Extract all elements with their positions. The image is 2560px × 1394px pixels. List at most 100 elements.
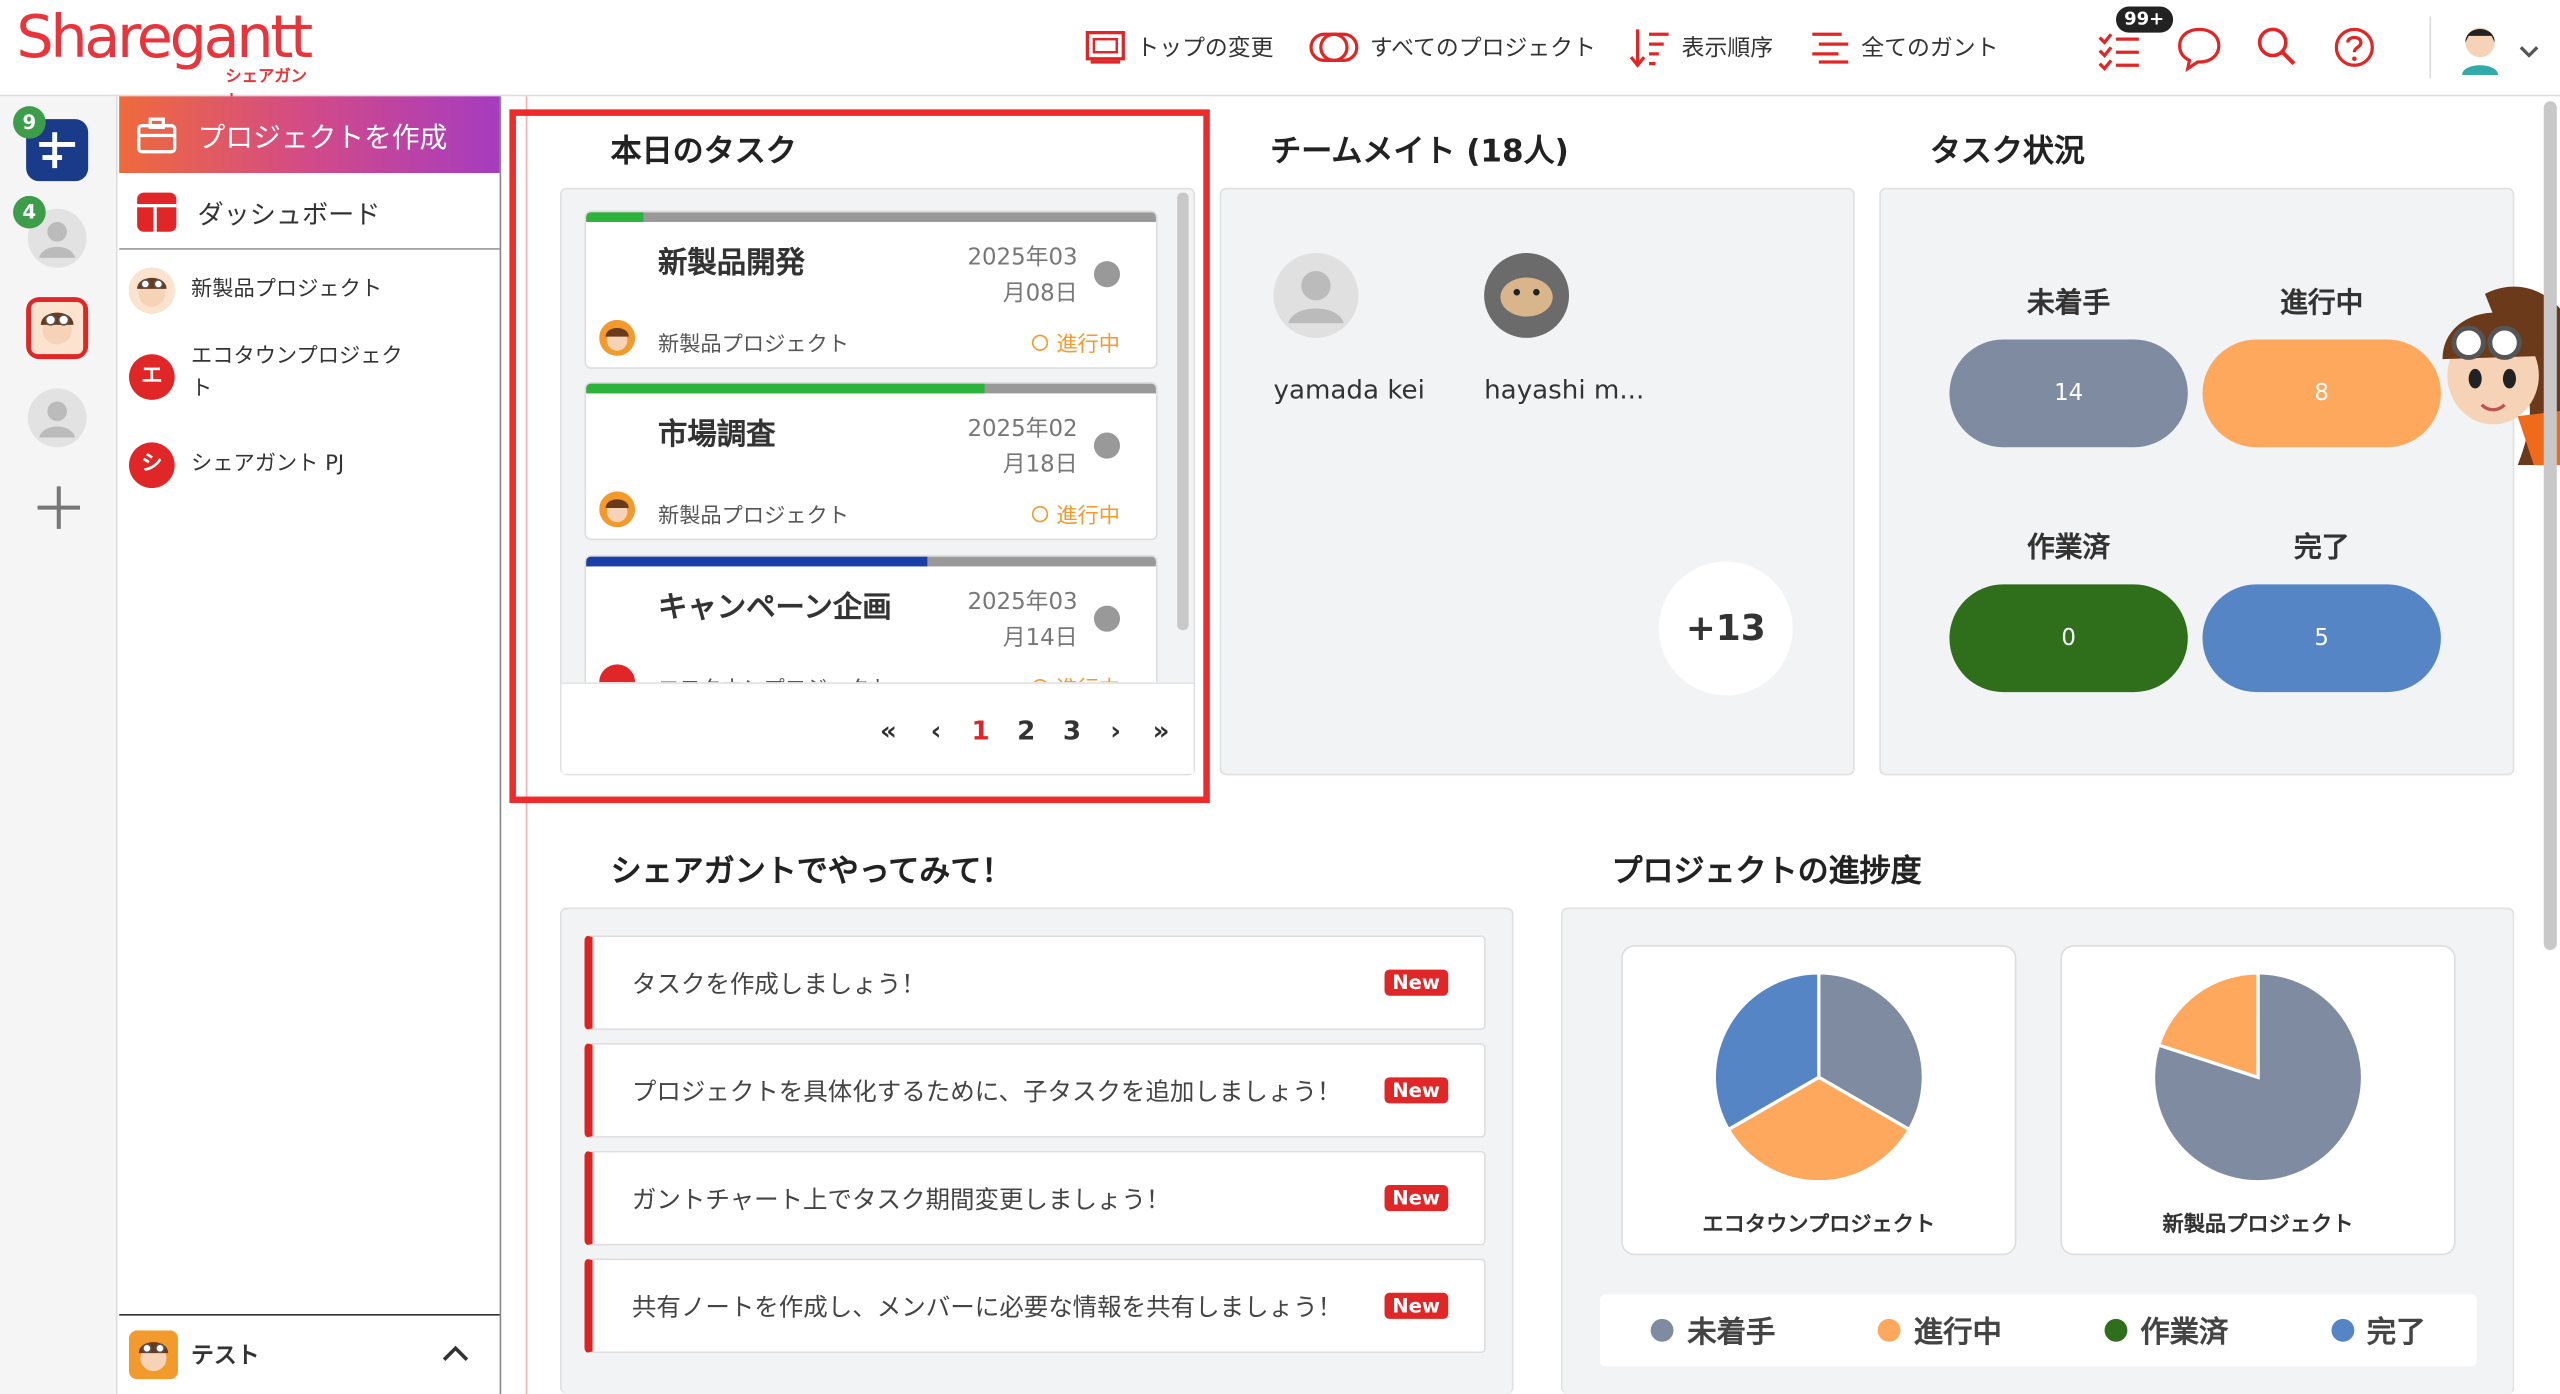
pie-label: エコタウンプロジェクト (1702, 1212, 1936, 1238)
project-pie-chart (1712, 971, 1925, 1184)
project-sidebar: プロジェクトを作成 ダッシュボード 新製品プロジェクト エ エコタウンプロジェク… (119, 96, 502, 1394)
status-label-todo: 未着手 (2026, 287, 2111, 320)
hamster-photo-icon (1484, 253, 1570, 338)
nav-display-order[interactable]: 表示順序 (1629, 26, 1773, 68)
legend-item: 作業済 (2104, 1309, 2228, 1351)
search-icon (2257, 27, 2296, 66)
new-badge: New (1384, 1185, 1449, 1212)
sidebar-project-item[interactable]: エ エコタウンプロジェクト (128, 341, 496, 406)
project-avatar: エ (128, 354, 175, 400)
create-project-button[interactable]: プロジェクトを作成 (119, 96, 500, 174)
sidebar-footer[interactable]: テスト (119, 1314, 500, 1394)
status-pill-inprogress[interactable]: 8 (2202, 339, 2441, 448)
project-name: シェアガント PJ (191, 452, 345, 477)
member-avatar[interactable] (1272, 251, 1360, 346)
workspace-rail: 9 4 (0, 96, 118, 1394)
sharegantt-logo[interactable]: Sharegantt シェアガント (16, 6, 313, 111)
more-members-button[interactable]: +13 (1658, 561, 1793, 696)
sidebar-project-item[interactable]: シ シェアガント PJ (128, 442, 496, 489)
status-pill-worked[interactable]: 0 (1949, 584, 2188, 693)
progress-title: プロジェクトの進捗度 (1611, 853, 1922, 890)
user-menu-chevron-icon[interactable] (2519, 36, 2539, 67)
tip-text: 共有ノートを作成し、メンバーに必要な情報を共有しましょう！ (631, 1291, 1343, 1322)
user-avatar-icon (2462, 27, 2499, 76)
project-name: 新製品プロジェクト (191, 277, 383, 302)
project-name: エコタウンプロジェクト (191, 344, 403, 402)
workspace-button-4[interactable] (26, 387, 88, 449)
create-project-label: プロジェクトを作成 (197, 122, 448, 156)
project-pie-chart (2151, 971, 2365, 1184)
legend-item: 進行中 (1877, 1309, 2002, 1351)
member-avatar[interactable] (1482, 251, 1570, 346)
nav-change-top-label: トップの変更 (1136, 35, 1274, 63)
sort-icon (1629, 29, 1669, 68)
default-avatar-icon (27, 388, 87, 448)
member-name: hayashi m... (1484, 373, 1645, 405)
tip-text: プロジェクトを具体化するために、子タスクを追加しましょう！ (631, 1076, 1342, 1106)
briefcase-icon (137, 116, 177, 153)
gantt-icon (1812, 32, 1849, 64)
tip-item[interactable]: ガントチャート上でタスク期間変更しましょう！ New (584, 1150, 1486, 1246)
nav-all-gantt-label: 全てのガント (1861, 35, 1999, 63)
mascot-avatar-icon (128, 267, 175, 314)
projects-icon (1309, 32, 1359, 63)
new-badge: New (1384, 969, 1449, 996)
status-label-worked: 作業済 (2026, 532, 2111, 565)
default-avatar-icon (1273, 253, 1359, 338)
workspace-button-3[interactable] (26, 297, 89, 360)
mascot-character (2420, 277, 2560, 466)
project-pie-card[interactable]: エコタウンプロジェクト (1621, 945, 2017, 1256)
page-scrollbar[interactable] (2543, 101, 2557, 950)
status-pill-done[interactable]: 5 (2202, 584, 2441, 693)
tip-text: タスクを作成しましょう！ (631, 968, 926, 999)
highlight-frame (509, 109, 1210, 804)
tip-item[interactable]: 共有ノートを作成し、メンバーに必要な情報を共有しましょう！ New (584, 1258, 1486, 1354)
team-title: チームメイト (18人) (1270, 133, 1569, 170)
chat-button[interactable] (2175, 23, 2224, 73)
nav-all-projects[interactable]: すべてのプロジェクト (1308, 26, 1596, 68)
help-button[interactable] (2331, 23, 2380, 72)
task-status-title: タスク状況 (1929, 133, 2085, 170)
member-name: yamada kei (1273, 373, 1425, 405)
task-status-panel: 未着手 進行中 14 8 作業済 完了 0 5 (1879, 187, 2515, 776)
chevron-up-icon[interactable] (441, 1343, 470, 1363)
footer-label: テスト (191, 1343, 260, 1370)
user-avatar[interactable] (2456, 20, 2505, 76)
legend-item: 未着手 (1651, 1309, 1775, 1351)
header-divider (2429, 16, 2432, 79)
dashboard-icon (137, 191, 177, 231)
search-button[interactable] (2253, 23, 2302, 72)
notification-badge: 99+ (2115, 6, 2173, 33)
monitor-icon (1085, 31, 1125, 64)
mascot-avatar-icon (128, 1330, 178, 1380)
project-pie-card[interactable]: 新製品プロジェクト (2060, 945, 2456, 1256)
dashboard-label: ダッシュボード (197, 198, 381, 230)
new-badge: New (1384, 1077, 1449, 1104)
status-label-done: 完了 (2293, 532, 2350, 565)
sidebar-project-item[interactable]: 新製品プロジェクト (128, 267, 496, 314)
tip-item[interactable]: プロジェクトを具体化するために、子タスクを追加しましょう！ New (584, 1043, 1486, 1138)
status-pill-todo[interactable]: 14 (1949, 339, 2188, 448)
project-avatar: シ (128, 442, 175, 489)
workspace-badge-1: 9 (13, 106, 46, 139)
tips-title: シェアガントでやってみて！ (610, 853, 1013, 890)
plus-icon (37, 486, 81, 529)
mascot-avatar-icon (31, 301, 84, 355)
team-panel: yamada kei hayashi m... +13 (1219, 187, 1855, 776)
nav-change-top[interactable]: トップの変更 (1084, 26, 1274, 68)
tip-item[interactable]: タスクを作成しましょう！ New (584, 935, 1486, 1030)
pie-label: 新製品プロジェクト (2162, 1212, 2354, 1238)
project-avatar (128, 267, 175, 314)
nav-all-gantt[interactable]: 全てのガント (1809, 26, 1998, 68)
chart-legend: 未着手 進行中 作業済 完了 (1600, 1294, 2477, 1367)
legend-item: 完了 (2330, 1309, 2426, 1351)
tip-text: ガントチャート上でタスク期間変更しましょう！ (631, 1184, 1171, 1214)
dashboard-link[interactable]: ダッシュボード (119, 175, 500, 250)
progress-panel: エコタウンプロジェクト 新製品プロジェクト 未着手 進行中 作業済 完了 (1560, 907, 2515, 1394)
add-workspace-button[interactable] (33, 482, 85, 541)
top-header: Sharegantt シェアガント トップの変更 すべてのプロジェクト 表示順序… (0, 0, 2560, 111)
help-icon (2334, 27, 2374, 67)
nav-display-order-label: 表示順序 (1681, 35, 1774, 63)
new-badge: New (1384, 1292, 1449, 1319)
tips-panel: タスクを作成しましょう！ New プロジェクトを具体化するために、子タスクを追加し… (560, 907, 1514, 1394)
